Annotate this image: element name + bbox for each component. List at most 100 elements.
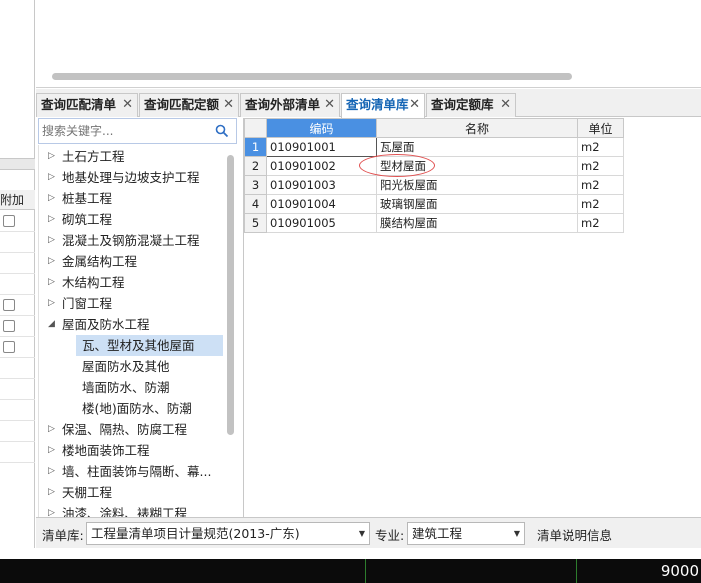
expand-arrow-icon[interactable]: ▷ — [48, 188, 55, 209]
status-value: 9000 — [660, 562, 699, 580]
close-icon[interactable]: ✕ — [324, 94, 335, 116]
tree-node[interactable]: ▷ 保温、隔热、防腐工程 — [39, 419, 225, 440]
expand-arrow-icon[interactable]: ▷ — [48, 272, 55, 293]
attach-column-header: 附加 — [0, 190, 35, 210]
tree-node[interactable]: ▷ 地基处理与边坡支护工程 — [39, 167, 225, 188]
tree-node[interactable]: ▷ 砌筑工程 — [39, 209, 225, 230]
unit-cell[interactable]: m2 — [577, 175, 624, 195]
tree-node-label: 天棚工程 — [62, 485, 113, 500]
tab-query-list-library[interactable]: 查询清单库 ✕ — [341, 93, 425, 118]
left-row — [0, 358, 35, 379]
tree-node[interactable]: ▷ 混凝土及钢筋混凝土工程 — [39, 230, 225, 251]
tree-node[interactable]: ▷ 楼地面装饰工程 — [39, 440, 225, 461]
tree-node[interactable]: ▷ 天棚工程 — [39, 482, 225, 503]
left-row — [0, 421, 35, 442]
unit-cell[interactable]: m2 — [577, 213, 624, 233]
category-tree: ▷ 土石方工程 ▷ 地基处理与边坡支护工程 ▷ 桩基工程 ▷ 砌筑工程 ▷ 混凝土及钢筋混… — [38, 145, 237, 517]
tree-node[interactable]: ▷ 油漆、涂料、裱糊工程 — [39, 503, 225, 517]
left-panel-header — [0, 158, 35, 170]
collapse-arrow-icon[interactable]: ◢ — [48, 314, 55, 335]
expand-arrow-icon[interactable]: ▷ — [48, 419, 55, 440]
close-icon[interactable]: ✕ — [122, 94, 133, 116]
row-checkbox[interactable] — [3, 215, 15, 227]
dropdown-arrow-icon[interactable]: ▼ — [514, 523, 520, 544]
vertical-scrollbar[interactable] — [227, 155, 234, 435]
row-number: 3 — [244, 175, 267, 195]
list-library-select[interactable]: 工程量清单项目计量规范(2013-广东) ▼ — [86, 522, 370, 545]
tree-child-node-selected[interactable]: 瓦、型材及其他屋面 — [76, 335, 223, 356]
code-cell[interactable]: 010901004 — [266, 194, 377, 214]
unit-cell[interactable]: m2 — [577, 194, 624, 214]
tree-node[interactable]: ▷ 土石方工程 — [39, 146, 225, 167]
expand-arrow-icon[interactable]: ▷ — [48, 440, 55, 461]
row-number-header — [244, 118, 267, 138]
unit-cell[interactable]: m2 — [577, 156, 624, 176]
tree-node[interactable]: ▷ 金属结构工程 — [39, 251, 225, 272]
left-row — [0, 253, 35, 274]
expand-arrow-icon[interactable]: ▷ — [48, 146, 55, 167]
unit-column-header[interactable]: 单位 — [577, 118, 624, 138]
tree-node-label: 楼地面装饰工程 — [62, 443, 150, 458]
close-icon[interactable]: ✕ — [409, 94, 420, 116]
expand-arrow-icon[interactable]: ▷ — [48, 503, 55, 517]
expand-arrow-icon[interactable]: ▷ — [48, 293, 55, 314]
row-number: 1 — [244, 137, 267, 157]
bottom-toolbar: 清单库: 工程量清单项目计量规范(2013-广东) ▼ 专业: 建筑工程 ▼ 清… — [36, 517, 701, 548]
close-icon[interactable]: ✕ — [223, 94, 234, 116]
expand-arrow-icon[interactable]: ▷ — [48, 167, 55, 188]
expand-arrow-icon[interactable]: ▷ — [48, 251, 55, 272]
top-pane — [36, 0, 701, 88]
tab-query-matched-list[interactable]: 查询匹配清单 ✕ — [36, 93, 138, 117]
specialty-select[interactable]: 建筑工程 ▼ — [407, 522, 525, 545]
row-number: 2 — [244, 156, 267, 176]
tree-node[interactable]: ▷ 门窗工程 — [39, 293, 225, 314]
tree-node[interactable]: ▷ 木结构工程 — [39, 272, 225, 293]
expand-arrow-icon[interactable]: ▷ — [48, 230, 55, 251]
expand-arrow-icon[interactable]: ▷ — [48, 482, 55, 503]
table-row[interactable]: 3 010901003 阳光板屋面 m2 — [244, 175, 624, 195]
tab-query-external-list[interactable]: 查询外部清单 ✕ — [240, 93, 340, 117]
row-number: 5 — [244, 213, 267, 233]
tab-query-quota-library[interactable]: 查询定额库 ✕ — [426, 93, 516, 117]
table-row[interactable]: 1 010901001 瓦屋面 m2 — [244, 137, 624, 157]
tree-node-label: 桩基工程 — [62, 191, 113, 206]
status-divider — [576, 559, 577, 583]
code-cell[interactable]: 010901003 — [266, 175, 377, 195]
specialty-value: 建筑工程 — [412, 526, 463, 541]
code-column-header[interactable]: 编码 — [266, 118, 377, 138]
tree-child-node[interactable]: 屋面防水及其他 — [76, 356, 223, 377]
row-checkbox[interactable] — [3, 299, 15, 311]
horizontal-scrollbar[interactable] — [52, 73, 572, 80]
table-row[interactable]: 5 010901005 膜结构屋面 m2 — [244, 213, 624, 233]
name-cell[interactable]: 膜结构屋面 — [376, 213, 578, 233]
expand-arrow-icon[interactable]: ▷ — [48, 461, 55, 482]
expand-arrow-icon[interactable]: ▷ — [48, 209, 55, 230]
tree-node-label: 地基处理与边坡支护工程 — [62, 170, 200, 185]
query-tabbar: 查询匹配清单 ✕ 查询匹配定额 ✕ 查询外部清单 ✕ 查询清单库 ✕ 查询定额库 ✕ — [36, 89, 701, 118]
tree-node-expanded[interactable]: ◢ 屋面及防水工程 — [39, 314, 225, 335]
name-cell[interactable]: 阳光板屋面 — [376, 175, 578, 195]
tree-node[interactable]: ▷ 桩基工程 — [39, 188, 225, 209]
left-row — [0, 442, 35, 463]
close-icon[interactable]: ✕ — [500, 94, 511, 116]
tab-label: 查询清单库 — [346, 97, 409, 112]
tree-child-node[interactable]: 墙面防水、防潮 — [76, 377, 223, 398]
search-icon[interactable] — [215, 124, 229, 138]
tree-node-label: 瓦、型材及其他屋面 — [82, 338, 195, 353]
unit-cell[interactable]: m2 — [577, 137, 624, 157]
row-checkbox[interactable] — [3, 320, 15, 332]
name-column-header[interactable]: 名称 — [376, 118, 578, 138]
list-library-grid: 编码 名称 单位 1 010901001 瓦屋面 m2 2 010901002 … — [243, 118, 701, 517]
tree-node[interactable]: ▷ 墙、柱面装饰与隔断、幕... — [39, 461, 225, 482]
name-cell[interactable]: 玻璃钢屋面 — [376, 194, 578, 214]
tree-child-node[interactable]: 楼(地)面防水、防潮 — [76, 398, 223, 419]
code-cell[interactable]: 010901005 — [266, 213, 377, 233]
list-description-info[interactable]: 清单说明信息 — [537, 525, 612, 544]
table-row[interactable]: 4 010901004 玻璃钢屋面 m2 — [244, 194, 624, 214]
row-checkbox[interactable] — [3, 341, 15, 353]
search-input[interactable] — [39, 119, 209, 143]
dropdown-arrow-icon[interactable]: ▼ — [359, 523, 365, 544]
code-cell[interactable]: 010901001 — [266, 137, 377, 157]
search-box — [38, 118, 237, 144]
tab-query-matched-quota[interactable]: 查询匹配定额 ✕ — [139, 93, 239, 117]
